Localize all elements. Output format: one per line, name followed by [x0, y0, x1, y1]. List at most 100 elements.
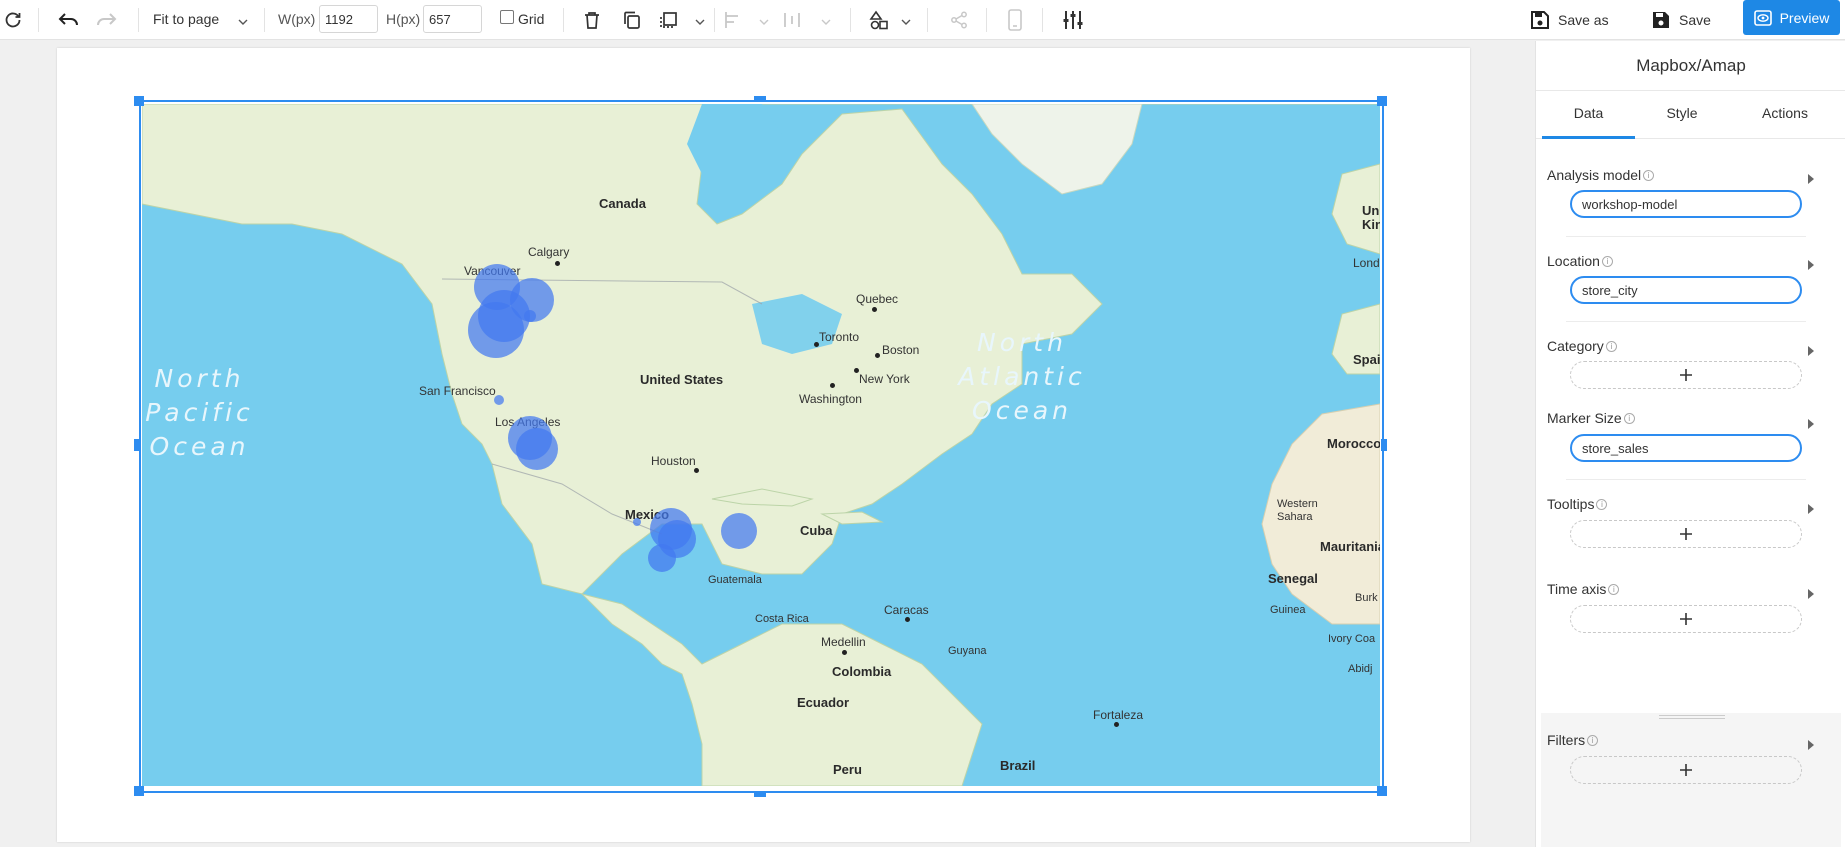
resize-handle-top[interactable] — [754, 96, 766, 102]
filters-label: Filters i — [1547, 732, 1599, 748]
info-icon[interactable]: i — [1623, 412, 1635, 424]
preview-label: Preview — [1779, 9, 1830, 26]
chevron-down-icon[interactable] — [901, 14, 911, 30]
resize-handle-right[interactable] — [1381, 439, 1387, 451]
delete-icon[interactable] — [580, 0, 604, 40]
tooltips-add-button[interactable] — [1570, 520, 1802, 548]
toolbar-divider — [850, 8, 851, 32]
toolbar-divider — [986, 8, 987, 32]
tab-actions[interactable]: Actions — [1730, 91, 1840, 139]
grid-checkbox[interactable] — [500, 10, 514, 24]
info-icon[interactable]: i — [1596, 498, 1608, 510]
toolbar-divider — [714, 8, 715, 32]
analysis-model-label: Analysis model i — [1547, 167, 1655, 183]
resize-handle-left[interactable] — [134, 439, 140, 451]
chevron-down-icon[interactable] — [821, 14, 831, 30]
location-label: Location i — [1547, 253, 1613, 269]
analysis-model-field[interactable]: workshop-model — [1570, 190, 1802, 218]
align-left-icon[interactable] — [721, 0, 745, 40]
time-axis-add-button[interactable] — [1570, 605, 1802, 633]
resize-handle-bottom-left[interactable] — [134, 786, 144, 796]
grid-label: Grid — [518, 11, 545, 27]
field-divider — [1566, 236, 1806, 237]
time-axis-label-text: Time axis — [1547, 581, 1607, 597]
tab-style[interactable]: Style — [1636, 91, 1728, 139]
location-field[interactable]: store_city — [1570, 276, 1802, 304]
category-label-text: Category — [1547, 338, 1604, 354]
width-label: W(px) — [278, 11, 316, 27]
chevron-right-icon[interactable] — [1806, 587, 1816, 603]
chevron-right-icon[interactable] — [1806, 502, 1816, 518]
filters-label-text: Filters — [1547, 732, 1586, 748]
panel-title: Mapbox/Amap — [1536, 41, 1845, 91]
save-as-label: Save as — [1558, 12, 1609, 28]
save-button[interactable]: Save — [1651, 0, 1726, 40]
location-label-text: Location — [1547, 253, 1600, 269]
marker-size-field[interactable]: store_sales — [1570, 434, 1802, 462]
plus-icon — [1680, 528, 1692, 540]
info-icon[interactable]: i — [1608, 583, 1620, 595]
plus-icon — [1680, 613, 1692, 625]
height-input[interactable]: 657 — [423, 5, 482, 33]
shapes-icon[interactable] — [866, 0, 892, 40]
analysis-model-label-text: Analysis model — [1547, 167, 1642, 183]
chevron-right-icon[interactable] — [1806, 344, 1816, 360]
save-icon — [1653, 12, 1669, 28]
preview-button[interactable]: Preview — [1743, 0, 1840, 35]
panel-tabs: Data Style Actions — [1536, 91, 1845, 139]
toolbar-divider — [138, 8, 139, 32]
field-divider — [1566, 479, 1806, 480]
toolbar-divider — [1042, 8, 1043, 32]
refresh-icon[interactable] — [2, 0, 24, 40]
share-icon[interactable] — [947, 0, 971, 40]
marker-size-label-text: Marker Size — [1547, 410, 1622, 426]
chevron-right-icon[interactable] — [1806, 258, 1816, 274]
toolbar: Fit to page W(px) 1192 H(px) 657 Grid Sa… — [0, 0, 1845, 40]
field-divider — [1566, 321, 1806, 322]
settings-sliders-icon[interactable] — [1060, 0, 1086, 40]
chevron-down-icon[interactable] — [695, 14, 705, 30]
toolbar-divider — [38, 8, 39, 32]
tooltips-label-text: Tooltips — [1547, 496, 1595, 512]
preview-icon — [1753, 9, 1772, 26]
marker-size-label: Marker Size i — [1547, 410, 1635, 426]
resize-grip-icon[interactable] — [1659, 715, 1725, 719]
select-frame-icon[interactable] — [658, 0, 682, 40]
toolbar-divider — [264, 8, 265, 32]
tooltips-label: Tooltips i — [1547, 496, 1608, 512]
distribute-icon[interactable] — [780, 0, 804, 40]
redo-icon[interactable] — [93, 0, 121, 40]
resize-handle-bottom-right[interactable] — [1377, 786, 1387, 796]
toolbar-divider — [927, 8, 928, 32]
category-label: Category i — [1547, 338, 1617, 354]
category-add-button[interactable] — [1570, 361, 1802, 389]
properties-panel: Mapbox/Amap Data Style Actions Analysis … — [1535, 41, 1845, 847]
chevron-down-icon[interactable] — [238, 14, 248, 30]
selection-frame[interactable] — [139, 100, 1384, 793]
chevron-down-icon[interactable] — [759, 14, 769, 30]
chevron-right-icon[interactable] — [1806, 738, 1816, 754]
width-input[interactable]: 1192 — [319, 5, 378, 33]
height-label: H(px) — [386, 11, 421, 27]
filters-add-button[interactable] — [1570, 756, 1802, 784]
info-icon[interactable]: i — [1587, 734, 1599, 746]
save-as-button[interactable]: Save as — [1530, 0, 1630, 40]
info-icon[interactable]: i — [1643, 169, 1655, 181]
tab-data[interactable]: Data — [1542, 91, 1635, 139]
undo-icon[interactable] — [54, 0, 82, 40]
resize-handle-top-left[interactable] — [134, 96, 144, 106]
fit-to-page-select[interactable]: Fit to page — [153, 11, 219, 27]
copy-icon[interactable] — [620, 0, 644, 40]
resize-handle-bottom[interactable] — [754, 791, 766, 797]
mobile-icon[interactable] — [1003, 0, 1027, 40]
plus-icon — [1680, 369, 1692, 381]
toolbar-divider — [563, 8, 564, 32]
resize-handle-top-right[interactable] — [1377, 96, 1387, 106]
save-label: Save — [1679, 12, 1711, 28]
time-axis-label: Time axis i — [1547, 581, 1620, 597]
save-as-icon — [1531, 11, 1549, 29]
info-icon[interactable]: i — [1601, 255, 1613, 267]
chevron-right-icon[interactable] — [1806, 172, 1816, 188]
chevron-right-icon[interactable] — [1806, 417, 1816, 433]
info-icon[interactable]: i — [1605, 340, 1617, 352]
